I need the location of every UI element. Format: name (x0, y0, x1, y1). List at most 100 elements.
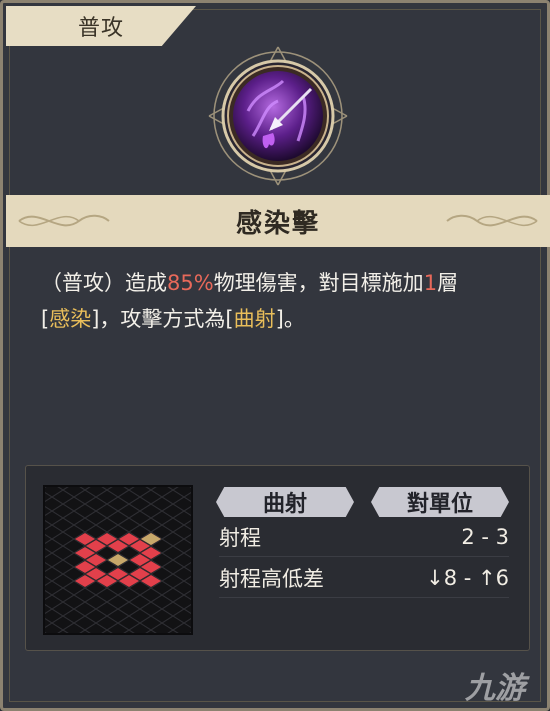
grid-cell (128, 496, 152, 512)
grid-cell (117, 517, 141, 533)
grid-cell (51, 545, 75, 561)
bracket: [ (41, 307, 50, 331)
skill-icon-emblem (203, 41, 353, 191)
grid-cell (183, 601, 207, 617)
grid-cell (139, 517, 163, 533)
attack-type-tag: 曲射 (216, 487, 354, 517)
grid-cell (40, 594, 64, 610)
grid-cell (29, 517, 53, 533)
grid-cell (73, 629, 97, 645)
grid-cell (117, 489, 141, 505)
height-diff-label: 射程高低差 (219, 567, 324, 591)
grid-cell (183, 503, 207, 519)
grid-cell (150, 510, 174, 526)
grid-cell (29, 559, 53, 575)
attack-type-tag-label: 曲射 (262, 492, 307, 517)
status-keyword[interactable]: 感染 (49, 307, 91, 331)
grid-cell (62, 510, 86, 526)
grid-cell (128, 594, 152, 610)
skill-description: （普攻）造成85%物理傷害，對目標施加1層 [感染]，攻擊方式為[曲射]。 (41, 265, 521, 337)
skill-card: 普攻 感染擊 （普攻）造成85%物理傷害，對目標施加1層 [感染]，攻擊方式為[… (0, 0, 550, 711)
grid-cell (161, 587, 185, 603)
grid-cell (172, 524, 196, 540)
grid-cell (84, 622, 108, 638)
grid-cell (95, 587, 119, 603)
grid-cell (106, 510, 130, 526)
grid-cell (95, 629, 119, 645)
right-flourish-icon (446, 214, 538, 227)
watermark-logo: 九游 (465, 671, 525, 706)
grid-cell (139, 629, 163, 645)
grid-cell (51, 573, 75, 589)
grid-cell (73, 601, 97, 617)
grid-cell (172, 594, 196, 610)
grid-cell (161, 601, 185, 617)
skill-name: 感染擊 (235, 208, 320, 239)
height-diff-row: 射程高低差 ↓8 - ↑6 (219, 562, 509, 598)
skill-title-band: 感染擊 (6, 195, 550, 247)
grid-cell (117, 629, 141, 645)
attack-type-keyword[interactable]: 曲射 (234, 307, 276, 331)
grid-cell (150, 496, 174, 512)
grid-cell (161, 531, 185, 547)
grid-cell (95, 503, 119, 519)
grid-cell (183, 489, 207, 505)
grid-cell (84, 496, 108, 512)
grid-cell (172, 510, 196, 526)
grid-cell (183, 573, 207, 589)
grid-cell (62, 608, 86, 624)
grid-cell (51, 615, 75, 631)
grid-cell (150, 608, 174, 624)
grid-cell (128, 608, 152, 624)
grid-cell (139, 615, 163, 631)
grid-cell (106, 594, 130, 610)
grid-cell (95, 615, 119, 631)
desc-text: （普攻）造成 (41, 271, 167, 295)
grid-cell (62, 622, 86, 638)
grid-cell (29, 531, 53, 547)
range-label: 射程 (219, 526, 261, 550)
grid-cell (29, 545, 53, 561)
grid-cell (40, 580, 64, 596)
grid-cell (84, 594, 108, 610)
target-type-tag: 對單位 (371, 487, 509, 517)
stack-count: 1 (423, 271, 438, 295)
grid-cell (106, 496, 130, 512)
grid-cell (29, 587, 53, 603)
grid-cell (183, 587, 207, 603)
grid-cell (183, 531, 207, 547)
grid-cell (172, 538, 196, 554)
grid-cell (161, 615, 185, 631)
unit-tile (108, 554, 128, 566)
grid-cell (40, 524, 64, 540)
grid-cell (183, 545, 207, 561)
grid-cell (139, 503, 163, 519)
range-row: 射程 2 - 3 (219, 521, 509, 557)
grid-cell (117, 503, 141, 519)
grid-cell (40, 566, 64, 582)
grid-cell (51, 489, 75, 505)
grid-cell (161, 517, 185, 533)
grid-cell (84, 608, 108, 624)
grid-cell (172, 552, 196, 568)
range-grid (29, 475, 207, 645)
bracket: [ (225, 307, 234, 331)
grid-cell (40, 608, 64, 624)
grid-cell (29, 489, 53, 505)
grid-cell (29, 503, 53, 519)
grid-cell (161, 629, 185, 645)
grid-cell (139, 587, 163, 603)
grid-cell (29, 601, 53, 617)
height-diff-value: ↓8 - ↑6 (426, 566, 509, 590)
grid-cell (117, 601, 141, 617)
grid-cell (161, 559, 185, 575)
range-value: 2 - 3 (461, 525, 509, 549)
grid-cell (73, 615, 97, 631)
grid-cell (161, 503, 185, 519)
grid-cell (29, 615, 53, 631)
skill-type-label: 普攻 (78, 16, 125, 41)
grid-cell (183, 559, 207, 575)
grid-cell (95, 517, 119, 533)
grid-cell (106, 622, 130, 638)
purple-poison-arrow-icon (208, 46, 348, 186)
